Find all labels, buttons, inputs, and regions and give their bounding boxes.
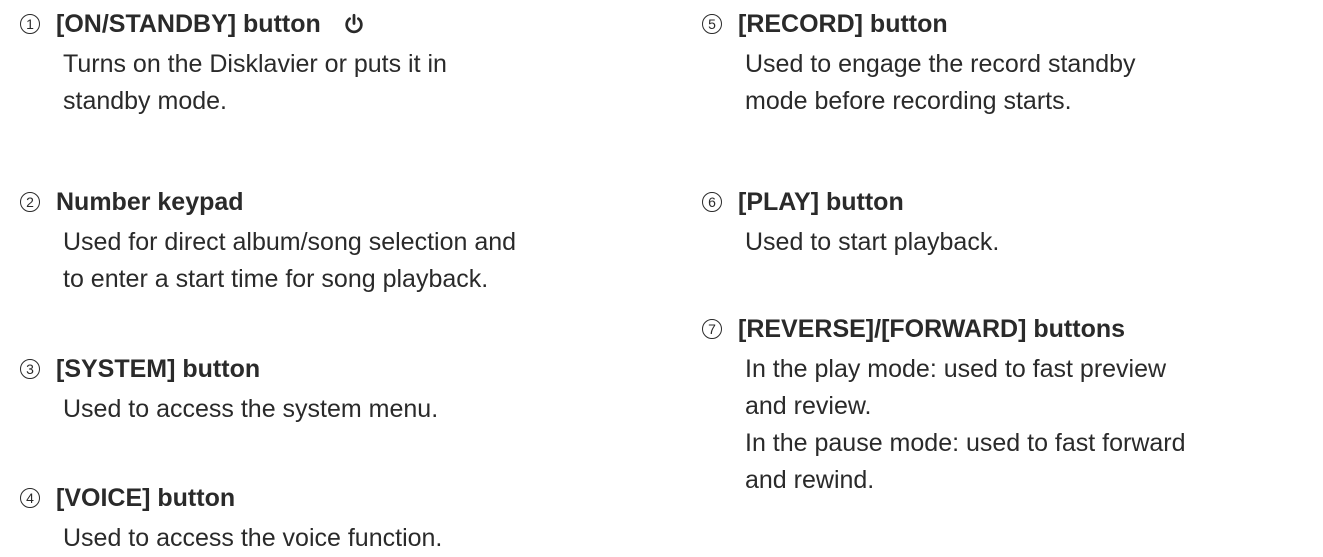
item-description-line: and review. bbox=[745, 392, 872, 420]
item-reverse-forward: 7 [REVERSE]/[FORWARD] buttons In the pla… bbox=[702, 307, 1302, 499]
item-description-line: Used to access the voice function. bbox=[63, 524, 443, 552]
item-title: [ON/STANDBY] button bbox=[56, 9, 321, 38]
item-description-line: Used to start playback. bbox=[745, 228, 1000, 256]
item-number: 3 bbox=[20, 359, 40, 379]
item-number: 2 bbox=[20, 192, 40, 212]
item-title: [RECORD] button bbox=[738, 9, 948, 38]
item-record: 5 [RECORD] button Used to engage the rec… bbox=[702, 2, 1302, 120]
item-description-line: In the pause mode: used to fast forward bbox=[745, 429, 1186, 457]
item-description-line: Used to access the system menu. bbox=[63, 395, 439, 423]
item-description-line: In the play mode: used to fast preview bbox=[745, 355, 1167, 383]
item-title: [SYSTEM] button bbox=[56, 354, 261, 383]
item-system: 3 [SYSTEM] button Used to access the sys… bbox=[20, 347, 640, 428]
item-description-line: standby mode. bbox=[63, 87, 227, 115]
item-number: 6 bbox=[702, 192, 722, 212]
item-voice: 4 [VOICE] button Used to access the voic… bbox=[20, 476, 640, 557]
item-number: 7 bbox=[702, 319, 722, 339]
item-number: 1 bbox=[20, 14, 40, 34]
item-number: 5 bbox=[702, 14, 722, 34]
item-title: [REVERSE]/[FORWARD] buttons bbox=[738, 314, 1126, 343]
item-title: [VOICE] button bbox=[56, 483, 236, 512]
item-description-line: Turns on the Disklavier or puts it in bbox=[63, 50, 447, 78]
item-description-line: to enter a start time for song playback. bbox=[63, 265, 489, 293]
item-on-standby: 1 [ON/STANDBY] button Turns on the Diskl… bbox=[20, 2, 640, 120]
item-play: 6 [PLAY] button Used to start playback. bbox=[702, 180, 1302, 261]
item-title: [PLAY] button bbox=[738, 187, 904, 216]
item-number-keypad: 2 Number keypad Used for direct album/so… bbox=[20, 180, 640, 298]
item-description-line: and rewind. bbox=[745, 466, 875, 494]
power-icon bbox=[345, 13, 363, 34]
item-description-line: Used for direct album/song selection and bbox=[63, 228, 517, 256]
item-number: 4 bbox=[20, 488, 40, 508]
item-description-line: Used to engage the record standby bbox=[745, 50, 1136, 78]
item-title: Number keypad bbox=[56, 187, 244, 216]
item-description-line: mode before recording starts. bbox=[745, 87, 1072, 115]
